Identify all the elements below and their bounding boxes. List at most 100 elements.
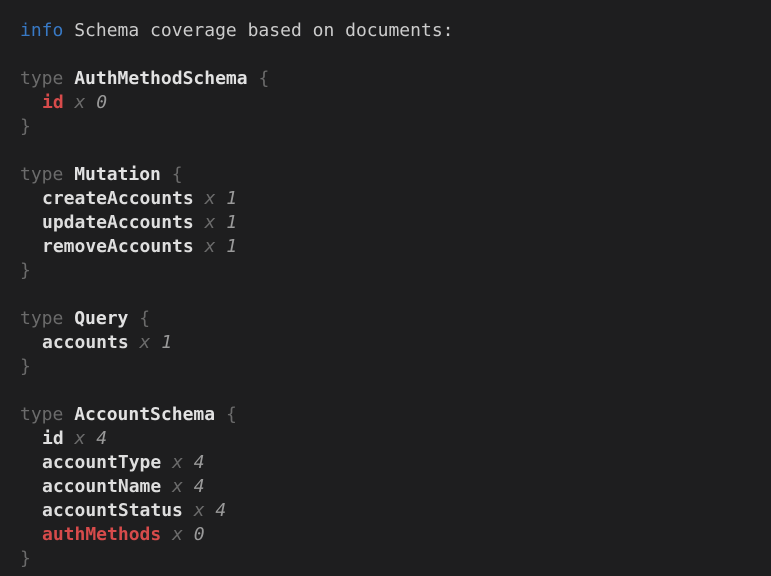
info-message: Schema coverage based on documents: [74,20,453,41]
open-brace: { [258,68,269,89]
field-name: createAccounts [42,188,194,209]
field-count: 4 [96,428,107,449]
type-name: Query [74,308,128,329]
multiplier-symbol: x [205,236,216,257]
field-line: accountName x 4 [20,475,761,499]
close-brace: } [20,356,31,377]
multiplier-symbol: x [172,524,183,545]
space [248,68,259,89]
field-count: 0 [96,92,107,113]
space [63,68,74,89]
schema-block: type AuthMethodSchema {id x 0} [20,67,761,139]
field-line: id x 4 [20,427,761,451]
field-name: id [42,428,64,449]
space [161,164,172,185]
open-brace: { [226,404,237,425]
field-count: 0 [194,524,205,545]
block-close: } [20,355,761,379]
space [183,476,194,497]
block-header: type AuthMethodSchema { [20,67,761,91]
field-name: accountType [42,452,161,473]
space [85,92,96,113]
space [215,404,226,425]
field-count: 4 [194,476,205,497]
field-line: authMethods x 0 [20,523,761,547]
space [63,20,74,41]
multiplier-symbol: x [172,476,183,497]
field-count: 4 [215,500,226,521]
space [183,524,194,545]
field-count: 1 [161,332,172,353]
space [161,524,172,545]
field-name: id [42,92,64,113]
block-close: } [20,547,761,571]
field-name: updateAccounts [42,212,194,233]
multiplier-symbol: x [172,452,183,473]
space [64,428,75,449]
multiplier-symbol: x [75,92,86,113]
type-keyword: type [20,404,63,425]
space [194,188,205,209]
type-name: Mutation [74,164,161,185]
close-brace: } [20,260,31,281]
schema-block: type AccountSchema {id x 4accountType x … [20,403,761,571]
schema-block: type Query {accounts x 1} [20,307,761,379]
block-close: } [20,115,761,139]
multiplier-symbol: x [75,428,86,449]
info-line: info Schema coverage based on documents: [20,19,761,43]
type-keyword: type [20,164,63,185]
info-label: info [20,20,63,41]
field-count: 4 [194,452,205,473]
space [150,332,161,353]
field-line: accountType x 4 [20,451,761,475]
block-header: type AccountSchema { [20,403,761,427]
block-header: type Mutation { [20,163,761,187]
space [63,308,74,329]
field-name: accountName [42,476,161,497]
field-line: id x 0 [20,91,761,115]
terminal-output: info Schema coverage based on documents:… [0,0,771,576]
space [215,188,226,209]
multiplier-symbol: x [205,212,216,233]
field-count: 1 [226,236,237,257]
field-name: authMethods [42,524,161,545]
block-header: type Query { [20,307,761,331]
space [205,500,216,521]
space [194,236,205,257]
close-brace: } [20,116,31,137]
space [183,500,194,521]
space [63,164,74,185]
field-line: accounts x 1 [20,331,761,355]
space [215,212,226,233]
field-line: removeAccounts x 1 [20,235,761,259]
schema-block: type Mutation {createAccounts x 1updateA… [20,163,761,283]
space [183,452,194,473]
field-line: createAccounts x 1 [20,187,761,211]
open-brace: { [172,164,183,185]
open-brace: { [139,308,150,329]
field-count: 1 [226,212,237,233]
block-close: } [20,259,761,283]
space [215,236,226,257]
type-name: AuthMethodSchema [74,68,247,89]
multiplier-symbol: x [205,188,216,209]
multiplier-symbol: x [194,500,205,521]
space [194,212,205,233]
field-name: accountStatus [42,500,183,521]
field-line: accountStatus x 4 [20,499,761,523]
type-keyword: type [20,308,63,329]
space [63,404,74,425]
field-line: updateAccounts x 1 [20,211,761,235]
multiplier-symbol: x [140,332,151,353]
space [128,308,139,329]
type-name: AccountSchema [74,404,215,425]
space [161,452,172,473]
space [64,92,75,113]
field-name: removeAccounts [42,236,194,257]
field-count: 1 [226,188,237,209]
close-brace: } [20,548,31,569]
space [129,332,140,353]
field-name: accounts [42,332,129,353]
type-keyword: type [20,68,63,89]
space [161,476,172,497]
